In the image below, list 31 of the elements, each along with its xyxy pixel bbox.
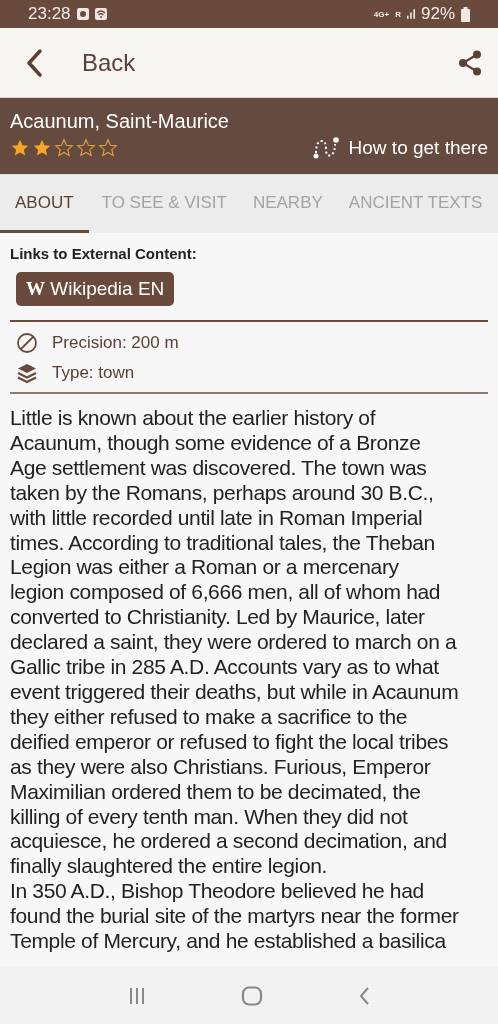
battery-icon	[461, 6, 470, 22]
back-icon	[26, 48, 42, 77]
empty-star-icon	[54, 138, 74, 158]
directions-button[interactable]: How to get there	[312, 137, 488, 159]
share-icon	[458, 49, 482, 76]
battery-level: 92%	[420, 4, 455, 24]
body-paragraph: Little is known about the earlier history of Acaunum, though some evidence of a Bronze Age settlement was discovered. The town was taken by the Romans, perhaps around 30 B.C., with little recorded until late in Roman Imperial times. According to traditional tales, the Theban Legion was either a Roman or a mercenary legion composed of 6,666 men, all of whom had converted to Christianity. Led by Maurice, later declared a saint, they were ordered to march on a Gallic tribe in 285 A.D. Accounts vary as to what event triggered their deaths, but while in Acaunum they either refused to make a sacrifice to the deified emperor or refused to fight the local tribes as they were also Christians. Furious, Emperor Maximilian ordered them to be decimated, the killing of every tenth man. When they did not acquiesce, he ordered a second decimation, and finally slaughtered the entire legion.	[10, 406, 460, 880]
roaming-label: R	[395, 9, 401, 19]
filled-star-icon	[10, 138, 30, 158]
recent-apps-icon	[127, 986, 146, 1005]
layers-icon	[16, 362, 38, 384]
wifi-icon	[94, 8, 107, 20]
empty-star-icon	[98, 138, 118, 158]
body-paragraph: In 350 A.D., Bishop Theodore believed he had found the burial site of the martyrs near the former Temple of Mercury, and he established a basilica	[10, 879, 460, 954]
section-heading: Links to External Content:	[10, 245, 198, 262]
fact-text: Precision: 200 m	[52, 333, 179, 353]
fact-text: Type: town	[52, 363, 135, 383]
place-title: Acaunum, Saint-Maurice	[10, 109, 230, 133]
back-button[interactable]: Back	[22, 46, 140, 79]
signal-icon	[406, 8, 415, 20]
filled-star-icon	[32, 138, 52, 158]
circle-slash-icon	[16, 332, 38, 354]
network-label: 4G+	[373, 9, 390, 19]
status-time: 23:28	[28, 4, 71, 24]
empty-star-icon	[76, 138, 96, 158]
route-icon	[312, 137, 339, 159]
wikipedia-button[interactable]: W Wikipedia EN	[16, 272, 175, 306]
notification-icon	[76, 8, 89, 20]
back-nav-icon	[358, 985, 371, 1006]
tab[interactable]: ABOUT	[0, 175, 89, 233]
home-icon	[241, 985, 263, 1006]
